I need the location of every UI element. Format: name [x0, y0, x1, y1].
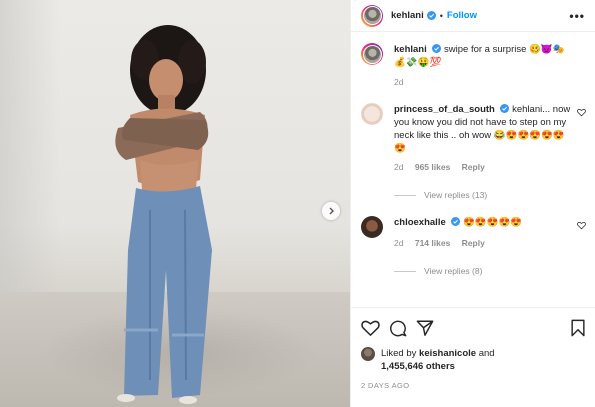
- comment-time[interactable]: 2d: [394, 238, 403, 248]
- commenter-avatar[interactable]: [361, 103, 383, 125]
- likes-summary: Liked by keishanicole and 1,455,646 othe…: [361, 347, 586, 373]
- post-date[interactable]: 2 DAYS AGO: [361, 381, 586, 390]
- bookmark-icon[interactable]: [570, 319, 586, 337]
- comment-username[interactable]: chloexhalle: [394, 217, 446, 228]
- share-paper-plane-icon[interactable]: [416, 319, 434, 337]
- comment-item: princess_of_da_south kehlani... now you …: [361, 103, 586, 202]
- comment-likes[interactable]: 714 likes: [415, 238, 450, 248]
- heart-icon[interactable]: [577, 221, 586, 230]
- comment-time[interactable]: 2d: [394, 162, 403, 172]
- comment-likes[interactable]: 965 likes: [415, 162, 450, 172]
- liker-avatar[interactable]: [361, 347, 375, 361]
- verified-badge-icon: [500, 104, 510, 113]
- comment-text: 😍😍😍😍😍: [463, 217, 523, 228]
- comment-bubble-icon[interactable]: [389, 319, 407, 337]
- comment-username[interactable]: princess_of_da_south: [394, 104, 495, 115]
- follow-button[interactable]: Follow: [447, 10, 477, 21]
- comment-item: chloexhalle 😍😍😍😍😍 2d 714 likes Reply Vie…: [361, 216, 586, 278]
- post-side-panel: kehlani • Follow ••• kehlani swipe for a…: [350, 0, 595, 407]
- caption: kehlani swipe for a surprise 🥴😈🎭 💰💸🤑💯 2d: [361, 43, 586, 89]
- caption-time[interactable]: 2d: [394, 77, 403, 87]
- model-figure: [115, 25, 212, 404]
- view-replies-button[interactable]: View replies (8): [394, 265, 574, 278]
- comments-section: kehlani swipe for a surprise 🥴😈🎭 💰💸🤑💯 2d…: [351, 33, 595, 307]
- like-heart-icon[interactable]: [361, 319, 380, 337]
- reply-button[interactable]: Reply: [462, 238, 485, 248]
- view-replies-label: View replies (13): [424, 190, 488, 200]
- author-username[interactable]: kehlani: [391, 10, 424, 21]
- author-avatar[interactable]: [361, 4, 383, 27]
- view-replies-label: View replies (8): [424, 266, 483, 276]
- reply-button[interactable]: Reply: [462, 162, 485, 172]
- view-replies-button[interactable]: View replies (13): [394, 189, 574, 202]
- liked-by-prefix: Liked by: [381, 348, 417, 359]
- post-actions: Liked by keishanicole and 1,455,646 othe…: [351, 307, 595, 390]
- commenter-avatar[interactable]: [361, 216, 383, 238]
- verified-badge-icon: [451, 217, 461, 226]
- heart-icon[interactable]: [577, 108, 586, 117]
- verified-badge-icon: [432, 44, 442, 53]
- post-photo: [0, 0, 350, 407]
- likes-count[interactable]: 1,455,646 others: [381, 361, 455, 372]
- caption-avatar[interactable]: [361, 43, 383, 65]
- verified-badge-icon: [426, 11, 436, 20]
- caption-username[interactable]: kehlani: [394, 44, 427, 55]
- liked-and: and: [478, 348, 495, 359]
- next-slide-button[interactable]: [322, 202, 340, 220]
- more-options-button[interactable]: •••: [569, 9, 585, 23]
- post-header: kehlani • Follow •••: [351, 0, 595, 32]
- separator-dot: •: [439, 10, 443, 21]
- liker-username[interactable]: keishanicole: [419, 348, 476, 359]
- chevron-right-icon: [329, 207, 334, 215]
